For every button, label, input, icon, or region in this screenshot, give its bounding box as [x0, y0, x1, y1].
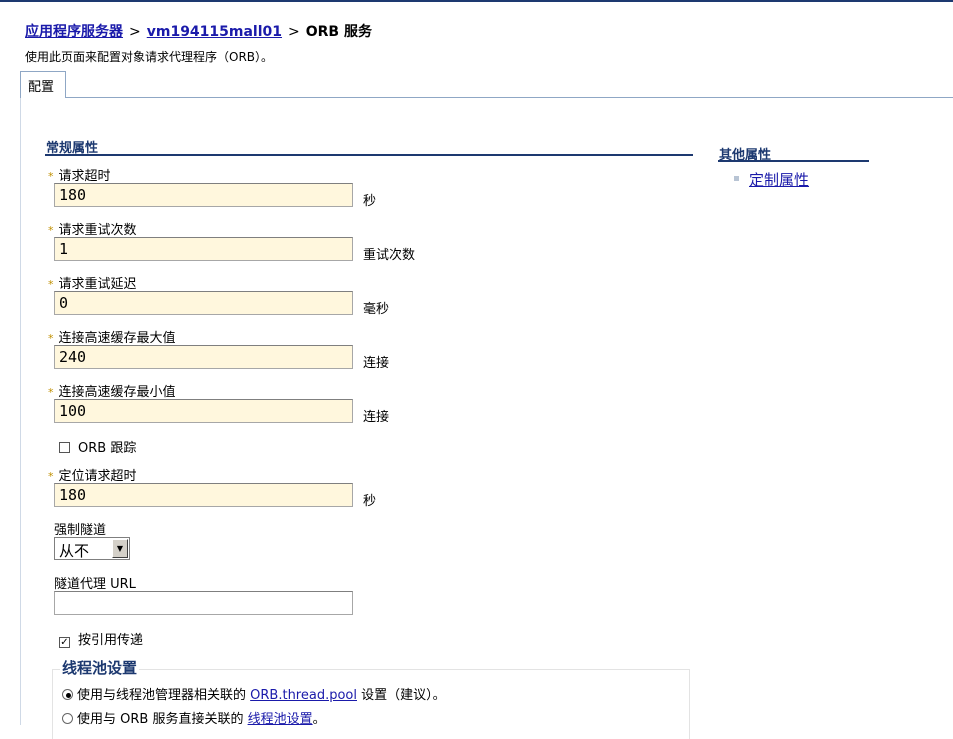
required-marker: * [48, 278, 54, 291]
orb-tracing-label: ORB 跟踪 [78, 441, 137, 456]
thread-pool-fieldset [52, 669, 690, 739]
request-retries-count-unit: 重试次数 [363, 248, 416, 263]
tab-divider [20, 97, 953, 98]
bullet-icon [734, 176, 739, 181]
pass-by-reference-checkbox[interactable]: ✓ [59, 637, 70, 648]
required-marker: * [48, 170, 54, 183]
locate-request-timeout-unit: 秒 [363, 494, 377, 509]
request-retries-count-input[interactable] [54, 237, 353, 261]
thread-pool-manager-radio[interactable] [62, 689, 73, 700]
force-tunnel-label: 强制隧道 [54, 523, 107, 538]
tab-configuration[interactable]: 配置 [20, 71, 66, 98]
required-marker: * [48, 470, 54, 483]
breadcrumb-current: ORB 服务 [305, 24, 372, 40]
thread-pool-option-direct: 使用与 ORB 服务直接关联的 线程池设置。 [62, 708, 326, 727]
connection-cache-max-unit: 连接 [363, 356, 390, 371]
breadcrumb: 应用程序服务器 > vm194115mall01 > ORB 服务 [25, 21, 372, 41]
locate-request-timeout-input[interactable] [54, 483, 353, 507]
panel-border [20, 97, 21, 725]
breadcrumb-separator: > [288, 24, 300, 40]
custom-properties-link[interactable]: 定制属性 [749, 171, 809, 189]
additional-properties-divider [718, 160, 869, 162]
force-tunnel-select[interactable]: 从不 ▼ [54, 537, 130, 560]
breadcrumb-app-servers-link[interactable]: 应用程序服务器 [25, 24, 123, 40]
request-timeout-unit: 秒 [363, 194, 377, 209]
orb-tracing-checkbox[interactable] [59, 442, 70, 453]
request-timeout-input[interactable] [54, 183, 353, 207]
thread-pool-direct-radio[interactable] [62, 713, 73, 724]
request-retries-count-label: * 请求重试次数 [48, 223, 137, 238]
connection-cache-min-label: * 连接高速缓存最小值 [48, 385, 176, 400]
force-tunnel-selected-value: 从不 [59, 542, 90, 560]
orb-thread-pool-link[interactable]: ORB.thread.pool [250, 688, 357, 703]
request-retries-delay-label: * 请求重试延迟 [48, 277, 137, 292]
tunnel-agent-url-label: 隧道代理 URL [54, 577, 136, 592]
connection-cache-max-label: * 连接高速缓存最大值 [48, 331, 176, 346]
thread-pool-option-manager: 使用与线程池管理器相关联的 ORB.thread.pool 设置（建议）。 [62, 684, 446, 703]
orb-tracing-row: ORB 跟踪 [59, 437, 136, 456]
request-retries-delay-unit: 毫秒 [363, 302, 390, 317]
top-border [0, 0, 953, 2]
connection-cache-max-input[interactable] [54, 345, 353, 369]
thread-pool-legend: 线程池设置 [60, 657, 140, 678]
breadcrumb-server-link[interactable]: vm194115mall01 [147, 24, 282, 40]
section-divider [45, 154, 693, 156]
request-retries-delay-input[interactable] [54, 291, 353, 315]
connection-cache-min-unit: 连接 [363, 410, 390, 425]
breadcrumb-separator: > [129, 24, 141, 40]
page-description: 使用此页面来配置对象请求代理程序（ORB）。 [25, 50, 274, 64]
request-timeout-label: * 请求超时 [48, 169, 111, 184]
tunnel-agent-url-input[interactable] [54, 591, 353, 615]
additional-properties-item: 定制属性 [734, 169, 809, 190]
chevron-down-icon[interactable]: ▼ [112, 539, 128, 558]
locate-request-timeout-label: * 定位请求超时 [48, 469, 137, 484]
required-marker: * [48, 332, 54, 345]
required-marker: * [48, 386, 54, 399]
pass-by-reference-label: 按引用传递 [78, 633, 144, 648]
required-marker: * [48, 224, 54, 237]
connection-cache-min-input[interactable] [54, 399, 353, 423]
pass-by-reference-row: ✓ 按引用传递 [59, 629, 143, 648]
